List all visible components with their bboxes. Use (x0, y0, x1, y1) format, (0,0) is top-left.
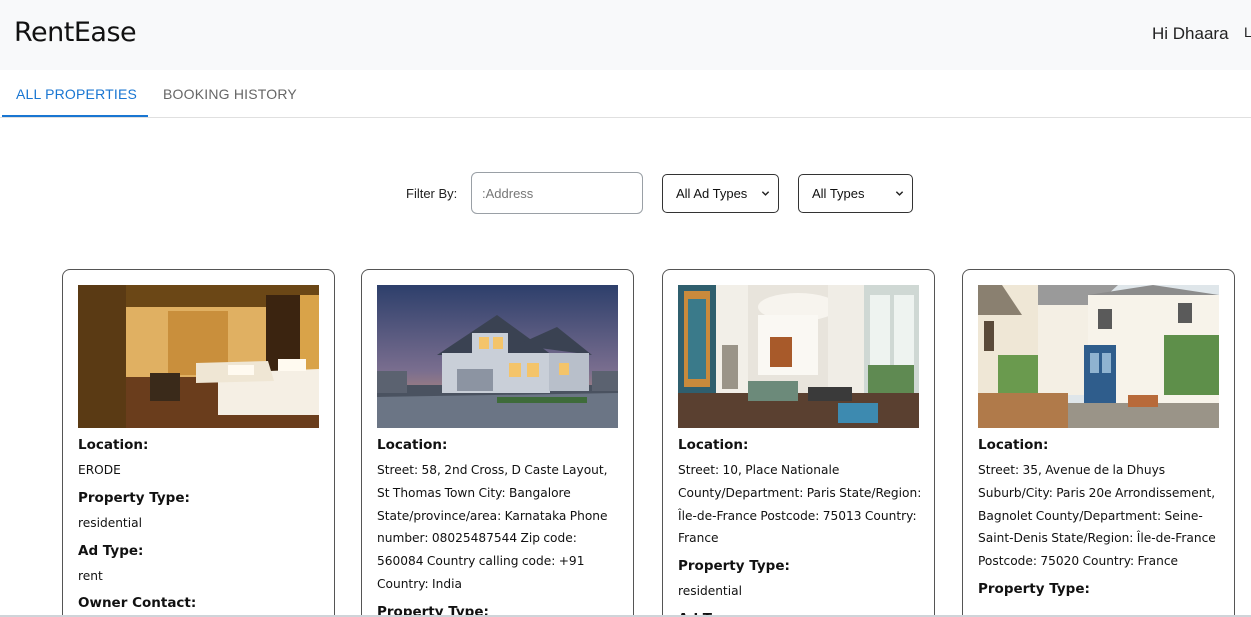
property-image (377, 285, 618, 428)
ad-type-select[interactable]: All Ad Types (662, 174, 779, 213)
location-value: Street: 35, Avenue de la Dhuys Suburb/Ci… (978, 463, 1216, 569)
location-label: Location: (978, 437, 1049, 453)
property-image (78, 285, 319, 428)
ad-type-select-value: All Ad Types (676, 186, 748, 201)
property-type-value: residential (678, 584, 742, 599)
property-type-label: Property Type: (678, 558, 790, 575)
chevron-down-icon (761, 191, 770, 196)
type-select-value: All Types (812, 186, 865, 201)
property-card[interactable]: Location: Street: 58, 2nd Cross, D Caste… (361, 269, 634, 617)
tab-all-properties[interactable]: ALL PROPERTIES (16, 86, 137, 102)
filter-label: Filter By: (406, 186, 458, 201)
tab-bar: ALL PROPERTIES BOOKING HISTORY (0, 70, 1251, 118)
brand-logo[interactable]: RentEase (14, 17, 137, 48)
location-label: Location: (377, 437, 448, 453)
ad-type-value: rent (78, 568, 103, 583)
location-value: ERODE (78, 463, 121, 477)
tab-booking-history[interactable]: BOOKING HISTORY (163, 86, 297, 102)
address-filter-input[interactable] (471, 172, 643, 214)
property-image (678, 285, 919, 428)
location-value: Street: 10, Place Nationale County/Depar… (678, 463, 922, 546)
location-value: Street: 58, 2nd Cross, D Caste Layout, S… (377, 463, 608, 591)
type-select[interactable]: All Types (798, 174, 913, 213)
property-card[interactable]: Location: ERODE Property Type: residenti… (62, 269, 335, 617)
property-type-label: Property Type: (978, 580, 1090, 597)
logout-link[interactable]: L (1244, 24, 1251, 40)
property-card[interactable]: Location: Street: 35, Avenue de la Dhuys… (962, 269, 1235, 617)
location-label: Location: (678, 437, 749, 453)
active-tab-indicator (2, 115, 148, 117)
user-greeting: Hi Dhaara (1152, 24, 1229, 43)
location-label: Location: (78, 437, 149, 453)
ad-type-label: Ad Type: (78, 542, 144, 559)
property-image (978, 285, 1219, 428)
navbar: RentEase Hi Dhaara L (0, 0, 1251, 70)
property-card[interactable]: Location: Street: 10, Place Nationale Co… (662, 269, 935, 617)
owner-contact-label: Owner Contact: (78, 595, 197, 612)
property-type-label: Property Type: (78, 489, 190, 506)
chevron-down-icon (895, 191, 904, 196)
property-type-value: residential (78, 515, 142, 530)
